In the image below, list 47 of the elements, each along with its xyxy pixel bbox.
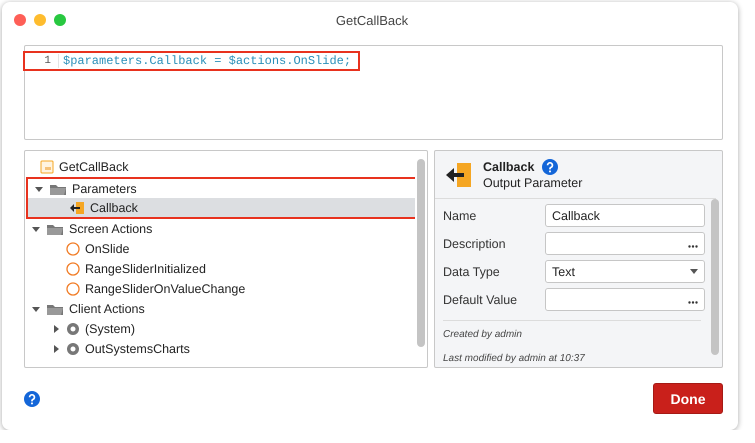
tree-item[interactable]: RangeSliderOnValueChange [25, 279, 415, 299]
ellipsis-icon [688, 245, 698, 248]
input-field[interactable] [545, 232, 705, 255]
field-label: Description [443, 236, 507, 250]
tree-item[interactable]: Client Actions [25, 299, 415, 319]
circle-icon [66, 262, 80, 276]
folder-icon [46, 222, 64, 236]
code-editor[interactable]: 1 $parameters.Callback = $actions.OnSlide; [24, 45, 723, 140]
tree-item[interactable]: (System) [25, 319, 415, 339]
dropdown-caret-icon [690, 269, 698, 274]
field-label: Name [443, 208, 478, 222]
data-type-dropdown[interactable]: Text [545, 260, 705, 283]
ellipsis-icon [688, 301, 698, 304]
module-icon [66, 342, 80, 356]
field-label: Data Type [443, 264, 501, 278]
module-icon [66, 322, 80, 336]
help-icon [24, 390, 40, 406]
note-text: Created by admin [443, 329, 523, 342]
name-field[interactable]: Callback [545, 204, 705, 227]
tree-item[interactable]: Screen Actions [25, 219, 415, 239]
window-title: GetCallBack [334, 12, 410, 28]
tree-item[interactable]: Parameters [28, 179, 415, 198]
tree-item[interactable]: GetCallBack [25, 157, 415, 177]
parameter-type: Output Parameter [483, 176, 582, 190]
output-parameter-icon [445, 162, 473, 188]
parameter-name: Callback [483, 160, 534, 174]
folder-icon [46, 302, 64, 316]
tree-item[interactable]: OnSlide [25, 239, 415, 259]
code-line: $parameters.Callback = $actions.OnSlide; [58, 54, 352, 68]
minimize-button[interactable] [34, 14, 46, 26]
scrollbar[interactable] [711, 199, 719, 355]
line-number: 1 [43, 55, 52, 67]
scrollbar[interactable] [417, 159, 425, 347]
input-field[interactable] [545, 288, 705, 311]
output-parameter-icon [69, 200, 85, 214]
done-button[interactable]: Done [653, 383, 723, 414]
script-file-icon [40, 160, 54, 174]
close-button[interactable] [14, 14, 26, 26]
note-text: Last modified by admin at 10:37 [443, 353, 586, 366]
circle-icon [66, 242, 80, 256]
circle-icon [66, 282, 80, 296]
zoom-button[interactable] [54, 14, 66, 26]
field-label: Default Value [443, 292, 518, 306]
tree-item[interactable]: OutSystemsCharts [25, 339, 415, 359]
help-icon [542, 159, 558, 175]
tree-item[interactable]: Callback [28, 198, 415, 217]
tree-item[interactable]: RangeSliderInitialized [25, 259, 415, 279]
